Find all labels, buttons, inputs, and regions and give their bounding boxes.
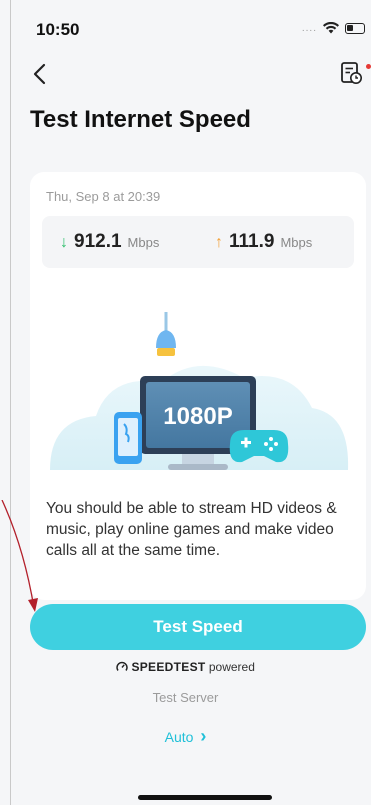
lamp-icon [156,312,176,356]
signal-icon: .... [301,22,317,34]
upload-unit: Mbps [280,235,313,250]
upload-value: 111.9 [229,231,275,252]
upload-arrow-icon: ↑ [215,234,223,251]
speed-summary: ↓ 912.1 Mbps ↑ 111.9 Mbps [42,216,354,268]
download-unit: Mbps [127,235,160,250]
speed-test-screen: 10:50 .... Test Internet Speed Thu, Sep … [0,0,371,805]
test-speed-button[interactable]: Test Speed [30,604,366,650]
download-value: 912.1 [74,231,122,252]
test-server-value: Auto [164,729,194,745]
upload-speed: ↑ 111.9 Mbps [215,231,312,253]
hd-streaming-illustration: 1080P [50,312,349,470]
notification-dot [366,64,371,69]
chevron-left-icon[interactable] [30,60,54,88]
page-title: Test Internet Speed [30,106,251,133]
status-time: 10:50 [36,20,80,39]
status-icons: .... [302,22,365,34]
test-date: Thu, Sep 8 at 20:39 [46,189,161,204]
phone-icon [114,412,142,464]
resolution-label: 1080P [163,403,232,430]
wifi-icon [323,22,339,34]
battery-icon [345,22,365,34]
annotation-arrow-icon [1,500,38,612]
download-arrow-icon: ↓ [60,234,68,251]
powered-label: powered [208,660,255,674]
speed-description: You should be able to stream HD videos &… [46,500,337,559]
test-server-selector[interactable]: Auto › [0,726,371,747]
speedtest-powered-logo: SPEEDTEST powered [0,660,371,674]
speed-result-card: Thu, Sep 8 at 20:39 ↓ 912.1 Mbps ↑ 111.9… [30,172,366,600]
test-server-label: Test Server [152,690,219,705]
speedtest-brand: SPEEDTEST [131,660,206,674]
chevron-right-icon: › [200,726,207,746]
download-speed: ↓ 912.1 Mbps [60,231,159,253]
speedometer-icon [116,661,128,671]
home-indicator[interactable] [138,795,272,800]
status-bar: 10:50 .... [0,0,371,50]
report-clock-icon[interactable] [339,60,365,86]
